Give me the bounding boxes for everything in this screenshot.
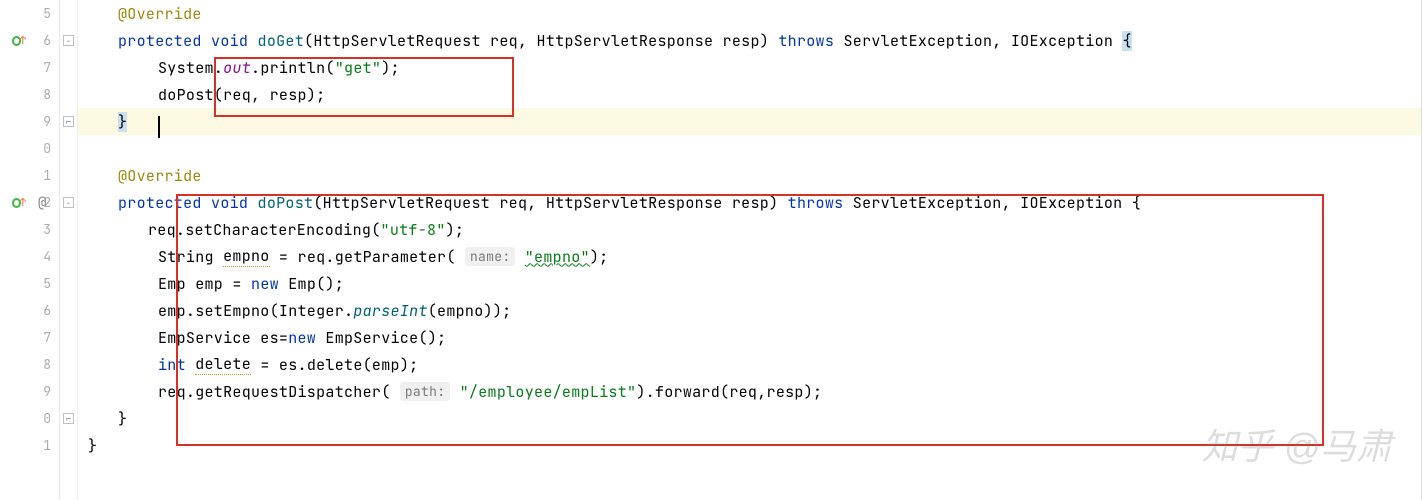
gutter-line: 1 bbox=[0, 432, 59, 459]
fold-line bbox=[60, 378, 77, 405]
fold-line: − bbox=[60, 27, 77, 54]
code-line[interactable]: req.setCharacterEncoding("utf-8"); bbox=[78, 216, 1421, 243]
fold-gutter: − ⌐ − ⌐ bbox=[60, 0, 78, 500]
fold-end-icon[interactable]: ⌐ bbox=[63, 116, 74, 127]
gutter-line: 9 bbox=[0, 378, 59, 405]
code-line[interactable]: @Override bbox=[78, 0, 1421, 27]
fold-line bbox=[60, 0, 77, 27]
gutter-line: ↑ @ 2 bbox=[0, 189, 59, 216]
fold-line bbox=[60, 216, 77, 243]
gutter-line: 0 bbox=[0, 405, 59, 432]
fold-line bbox=[60, 162, 77, 189]
fold-line bbox=[60, 54, 77, 81]
code-line[interactable]: System.out.println("get"); bbox=[78, 54, 1421, 81]
gutter-line: 8 bbox=[0, 81, 59, 108]
gutter-line: 4 bbox=[0, 243, 59, 270]
code-line[interactable]: EmpService es=new EmpService(); bbox=[78, 324, 1421, 351]
fold-end-icon[interactable]: ⌐ bbox=[63, 413, 74, 424]
code-line[interactable]: } bbox=[78, 432, 1421, 459]
code-line[interactable]: doPost(req, resp); bbox=[78, 81, 1421, 108]
fold-line bbox=[60, 81, 77, 108]
override-icon[interactable]: ↑ bbox=[12, 34, 26, 48]
code-line-active[interactable]: } bbox=[78, 108, 1421, 135]
gutter-line: ↑ 6 bbox=[0, 27, 59, 54]
fold-line bbox=[60, 243, 77, 270]
fold-line bbox=[60, 324, 77, 351]
gutter-line: 1 bbox=[0, 162, 59, 189]
code-line[interactable]: int delete = es.delete(emp); bbox=[78, 351, 1421, 378]
gutter-line: 3 bbox=[0, 216, 59, 243]
code-area[interactable]: @Override protected void doGet(HttpServl… bbox=[78, 0, 1422, 500]
fold-line bbox=[60, 270, 77, 297]
fold-collapse-icon[interactable]: − bbox=[63, 35, 74, 46]
gutter-line: 0 bbox=[0, 135, 59, 162]
at-icon: @ bbox=[38, 194, 46, 212]
fold-line bbox=[60, 351, 77, 378]
gutter-line: 7 bbox=[0, 54, 59, 81]
gutter-line: 9 bbox=[0, 108, 59, 135]
editor-container: 5 ↑ 6 7 8 9 0 1 ↑ @ 2 3 4 5 6 7 8 9 0 1 … bbox=[0, 0, 1422, 500]
code-line[interactable]: protected void doGet(HttpServletRequest … bbox=[78, 27, 1421, 54]
fold-line bbox=[60, 297, 77, 324]
code-line[interactable]: emp.setEmpno(Integer.parseInt(empno)); bbox=[78, 297, 1421, 324]
code-line[interactable]: } bbox=[78, 405, 1421, 432]
fold-line bbox=[60, 432, 77, 459]
fold-line: ⌐ bbox=[60, 405, 77, 432]
gutter-line: 7 bbox=[0, 324, 59, 351]
gutter-line: 5 bbox=[0, 270, 59, 297]
code-line[interactable]: String empno = req.getParameter( name: "… bbox=[78, 243, 1421, 270]
code-line[interactable]: req.getRequestDispatcher( path: "/employ… bbox=[78, 378, 1421, 405]
override-icon[interactable]: ↑ bbox=[12, 196, 26, 210]
fold-line: ⌐ bbox=[60, 108, 77, 135]
gutter-line: 5 bbox=[0, 0, 59, 27]
fold-line: − bbox=[60, 189, 77, 216]
code-line[interactable] bbox=[78, 135, 1421, 162]
code-line[interactable]: Emp emp = new Emp(); bbox=[78, 270, 1421, 297]
gutter-line: 8 bbox=[0, 351, 59, 378]
fold-line bbox=[60, 135, 77, 162]
code-line[interactable]: @Override bbox=[78, 162, 1421, 189]
fold-collapse-icon[interactable]: − bbox=[63, 197, 74, 208]
code-line[interactable]: protected void doPost(HttpServletRequest… bbox=[78, 189, 1421, 216]
line-number-gutter: 5 ↑ 6 7 8 9 0 1 ↑ @ 2 3 4 5 6 7 8 9 0 1 bbox=[0, 0, 60, 500]
text-caret bbox=[158, 116, 160, 138]
gutter-line: 6 bbox=[0, 297, 59, 324]
